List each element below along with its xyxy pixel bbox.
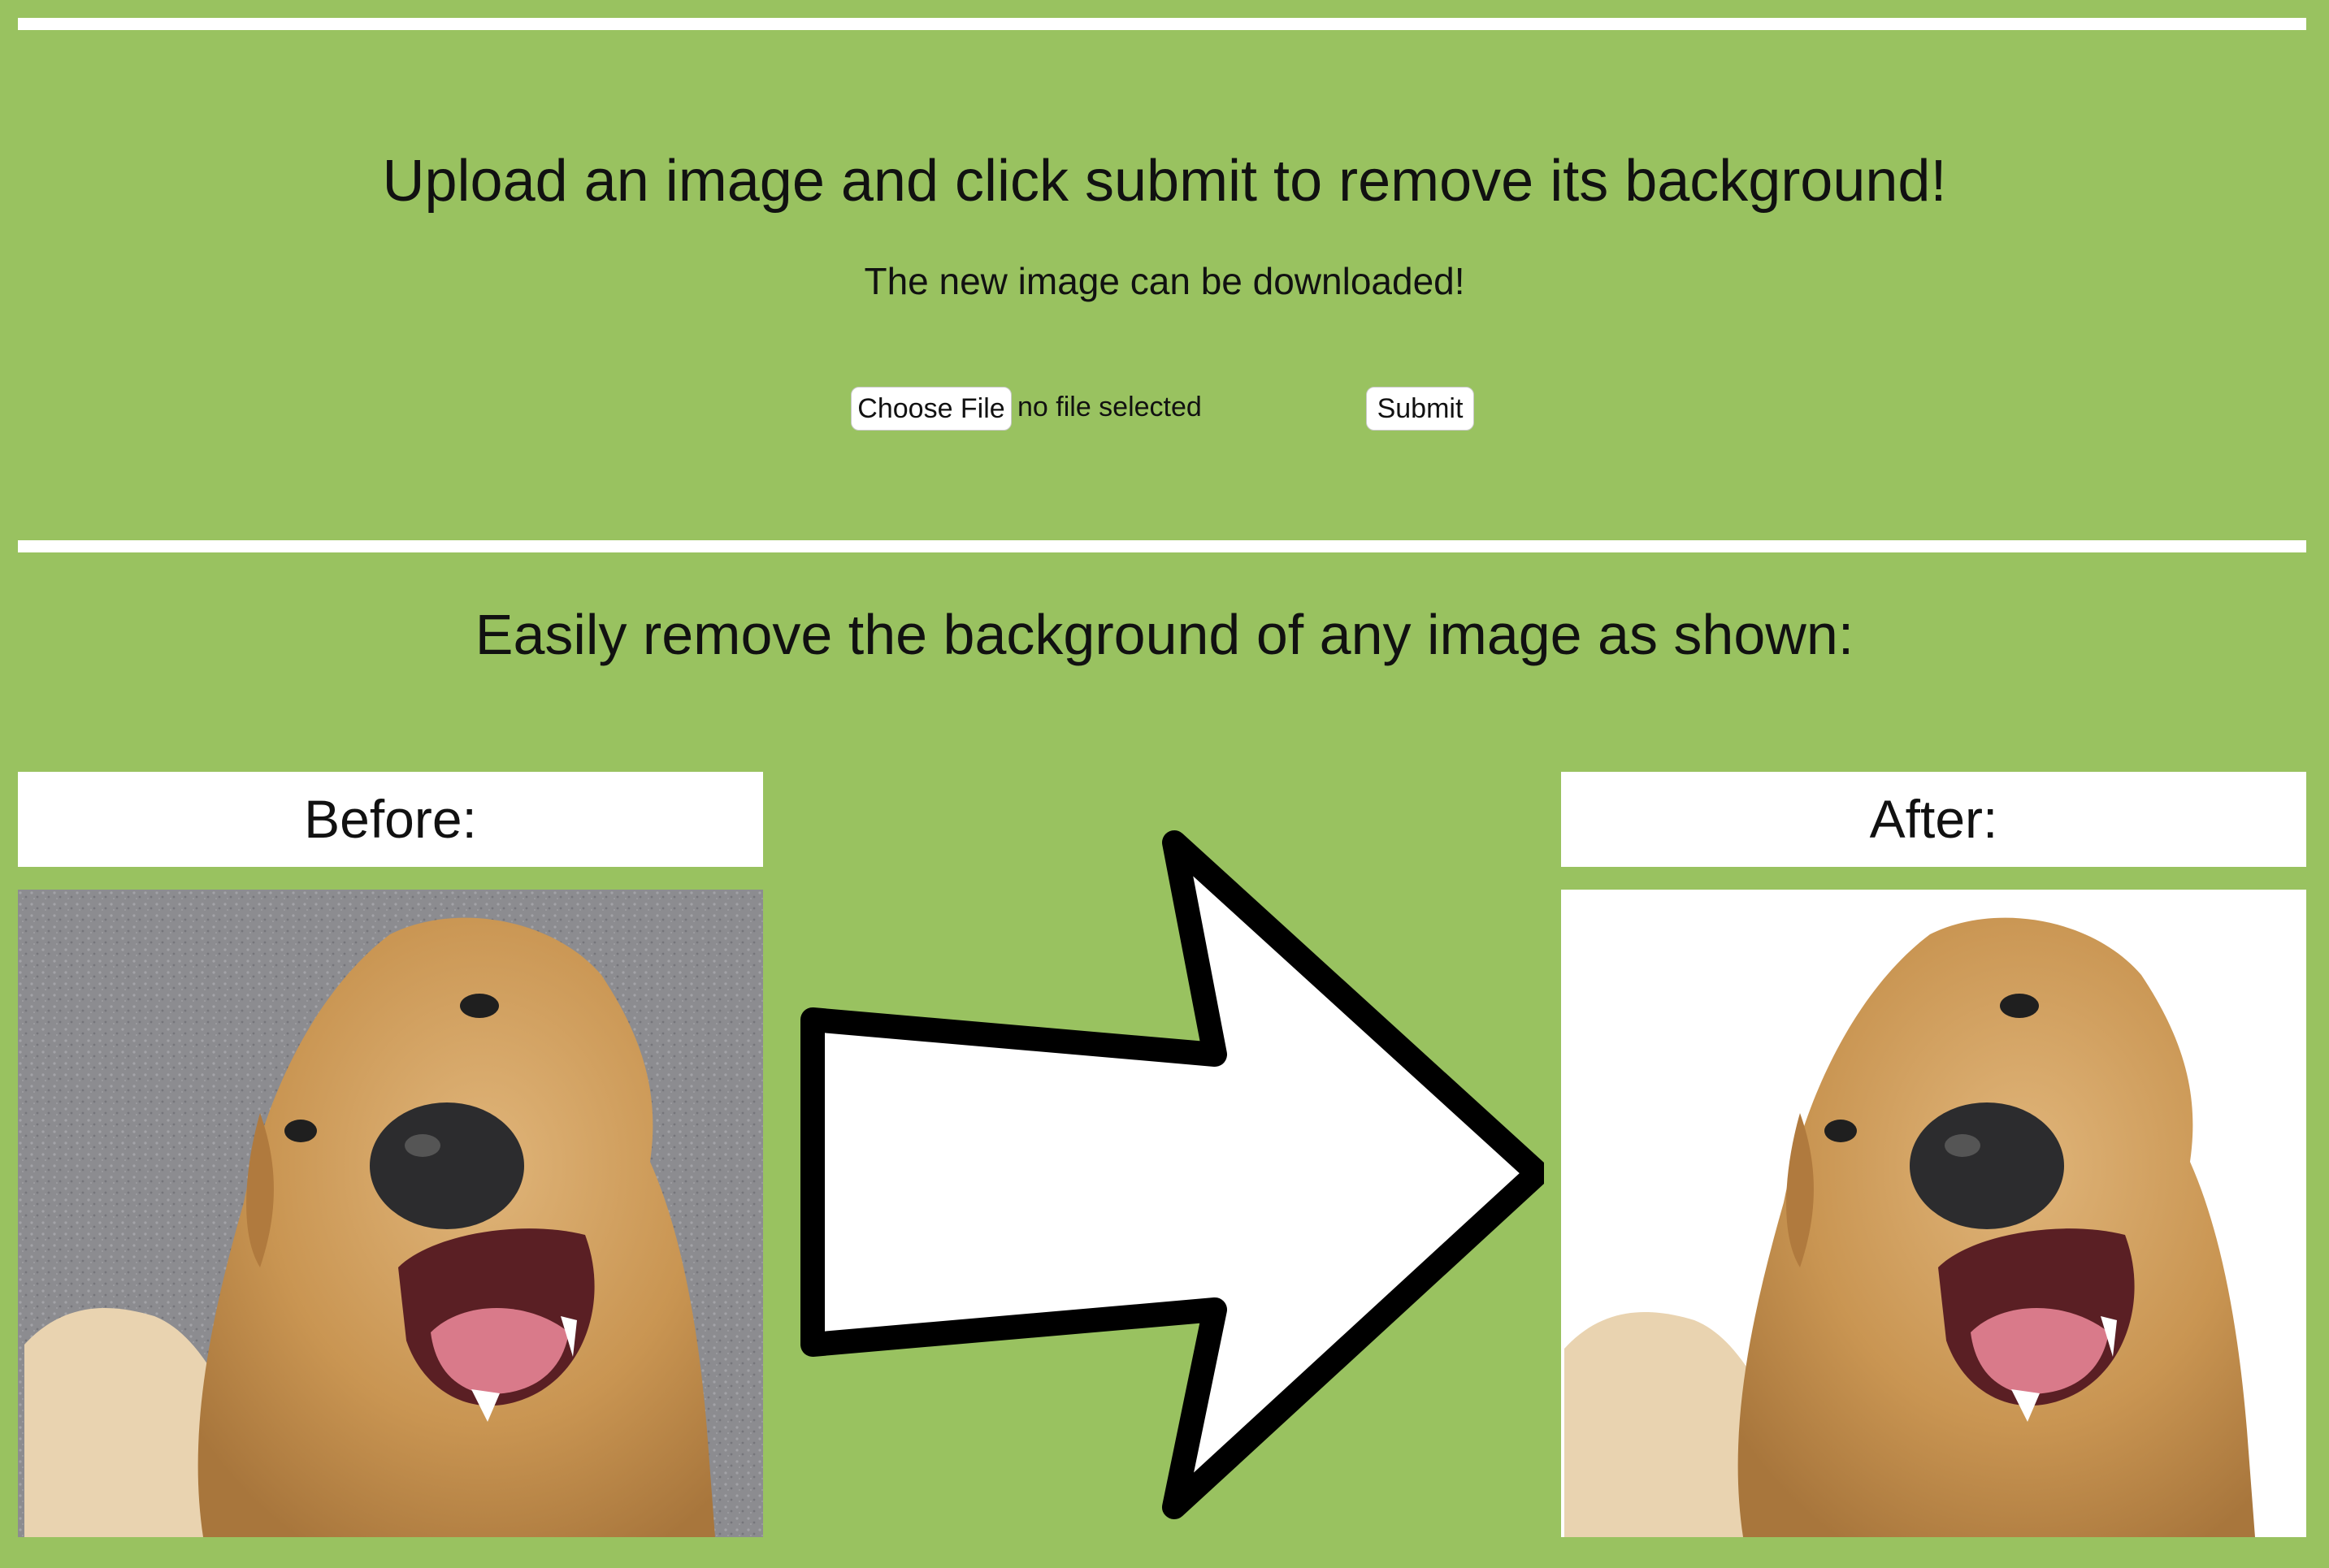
- after-label: After:: [1561, 772, 2306, 867]
- top-divider: [18, 18, 2306, 30]
- upload-title: Upload an image and click submit to remo…: [382, 149, 1947, 214]
- dog-with-background-image: [18, 890, 763, 1537]
- example-heading: Easily remove the background of any imag…: [475, 603, 1854, 666]
- dog-background-removed-image: [1561, 890, 2306, 1537]
- before-label: Before:: [18, 772, 763, 867]
- after-image: [1561, 890, 2306, 1537]
- choose-file-button[interactable]: Choose File: [851, 387, 1012, 431]
- right-arrow-icon: [780, 796, 1544, 1544]
- upload-subtitle: The new image can be downloaded!: [864, 260, 1465, 302]
- file-status-text: no file selected: [1017, 392, 1202, 422]
- middle-divider: [18, 540, 2306, 552]
- submit-button[interactable]: Submit: [1366, 387, 1474, 431]
- before-image: [18, 890, 763, 1537]
